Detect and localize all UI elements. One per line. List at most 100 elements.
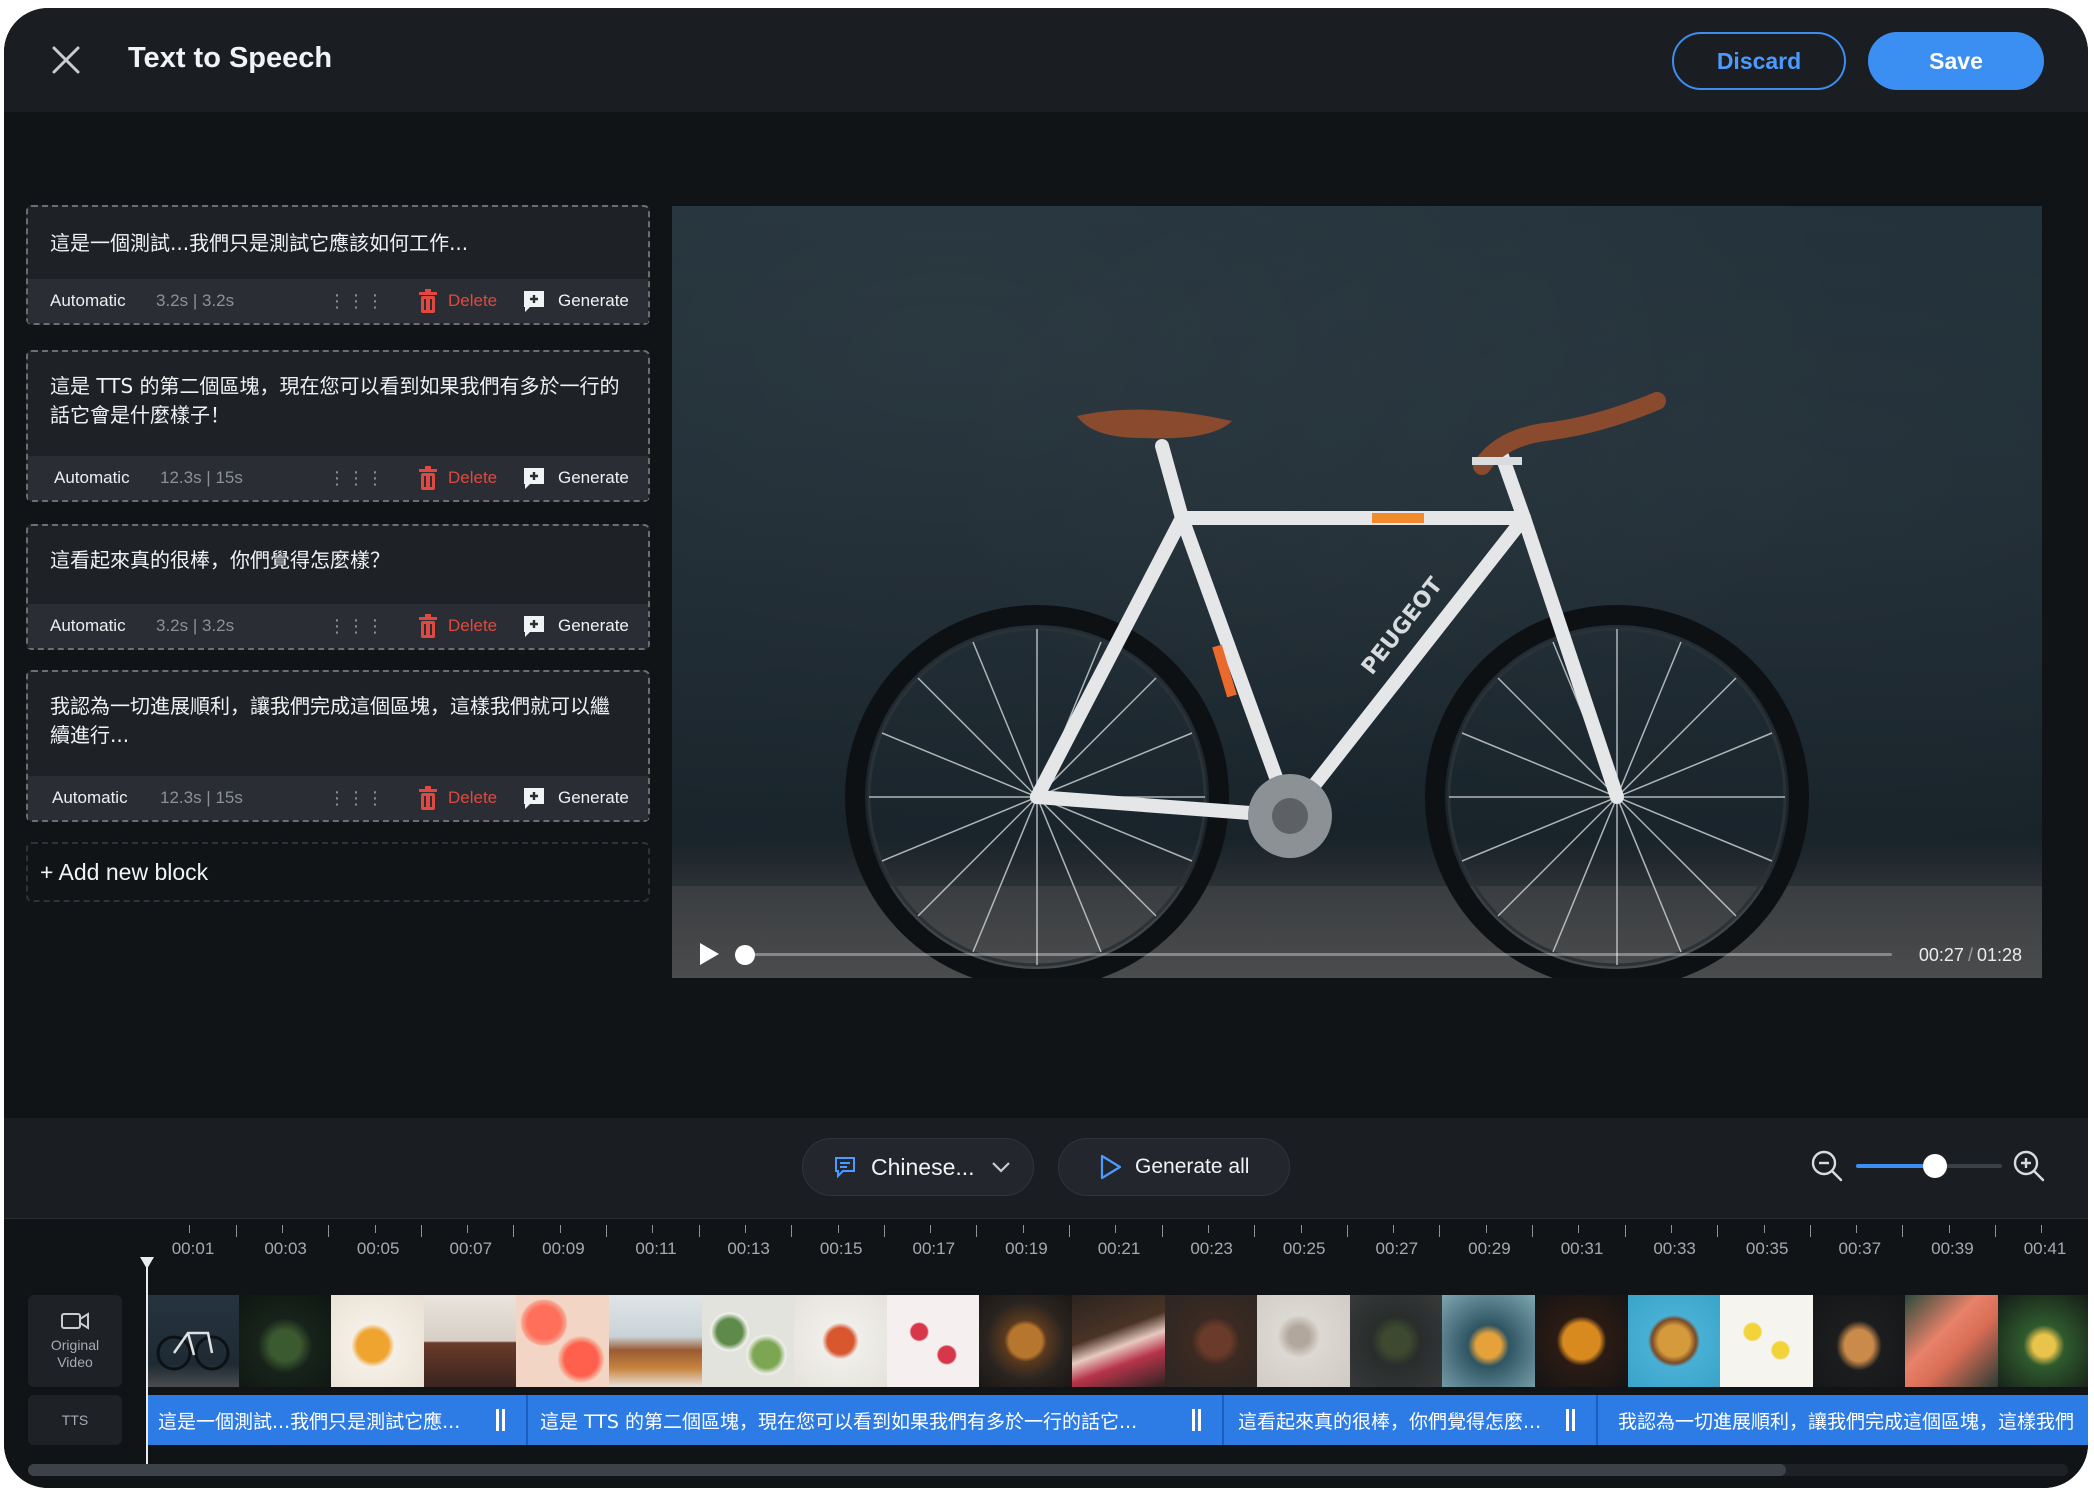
block-text-line: 這是 TTS 的第二個區塊，現在您可以看到如果我們有多於一行的 xyxy=(50,374,620,398)
timeline-scrollbar[interactable] xyxy=(28,1464,2068,1476)
video-thumbnail-strip[interactable] xyxy=(146,1295,2088,1387)
block-text[interactable]: 這是 TTS 的第二個區塊，現在您可以看到如果我們有多於一行的 話它會是什麼樣子… xyxy=(28,352,648,430)
ruler-tick xyxy=(467,1225,469,1233)
ruler-tick xyxy=(1578,1225,1580,1233)
segment-resize-handle[interactable] xyxy=(1192,1409,1201,1431)
ruler-tick-label: 00:39 xyxy=(1931,1239,1974,1258)
generate-button[interactable]: Generate xyxy=(522,614,629,638)
ruler-tick xyxy=(1856,1225,1858,1233)
tts-block[interactable]: 這是一個測試...我們只是測試它應該如何工作... Automatic 3.2s… xyxy=(26,205,650,325)
total-time: 01:28 xyxy=(1976,945,2022,965)
app-window: Text to Speech Discard Save 這是一個測試...我們只… xyxy=(4,8,2088,1488)
video-controls: 00:27/01:28 xyxy=(672,928,2042,978)
ruler-tick xyxy=(652,1225,654,1233)
drag-handle-icon[interactable]: ⋮⋮⋮ xyxy=(328,291,385,312)
ruler-tick-label: 00:27 xyxy=(1375,1239,1419,1258)
block-text-line: 這是一個測試...我們只是測試它應該如何工作... xyxy=(50,231,469,255)
ruler-tick-label: 00:19 xyxy=(1005,1239,1048,1258)
zoom-in-icon[interactable] xyxy=(2012,1149,2046,1183)
block-text[interactable]: 這看起來真的很棒，你們覺得怎麼樣？ xyxy=(28,526,648,575)
block-text[interactable]: 我認為一切進展順利，讓我們完成這個區塊，這樣我們就可以繼 續進行... xyxy=(28,672,648,750)
ruler-tick-label: 00:03 xyxy=(264,1239,307,1258)
generate-label: Generate xyxy=(558,788,629,807)
close-icon[interactable] xyxy=(48,42,84,78)
tts-segment[interactable]: 這是 TTS 的第二個區塊，現在您可以看到如果我們有多於一行的話它... xyxy=(528,1395,1224,1445)
drag-handle-icon[interactable]: ⋮⋮⋮ xyxy=(328,788,385,809)
generate-label: Generate xyxy=(558,291,629,310)
drag-handle-icon[interactable]: ⋮⋮⋮ xyxy=(328,468,385,489)
ruler-tick xyxy=(1717,1225,1719,1237)
zoom-out-icon[interactable] xyxy=(1810,1149,1844,1183)
block-text[interactable]: 這是一個測試...我們只是測試它應該如何工作... xyxy=(28,207,648,258)
segment-resize-handle[interactable] xyxy=(1566,1409,1575,1431)
mode-select[interactable]: Automatic xyxy=(54,468,130,488)
ruler-tick xyxy=(1115,1225,1117,1233)
duration-label: 3.2s | 3.2s xyxy=(156,616,235,635)
delete-button[interactable]: Delete xyxy=(418,289,497,313)
generate-all-button[interactable]: Generate all xyxy=(1058,1138,1290,1196)
add-new-block-button[interactable]: + Add new block xyxy=(26,842,650,902)
drag-handle-icon[interactable]: ⋮⋮⋮ xyxy=(328,616,385,637)
duration-label: 12.3s | 15s xyxy=(160,468,243,487)
ruler-tick xyxy=(281,1225,283,1233)
ruler-tick xyxy=(883,1225,885,1237)
video-thumbnail xyxy=(331,1295,424,1387)
discard-button[interactable]: Discard xyxy=(1672,32,1846,90)
tts-block[interactable]: 我認為一切進展順利，讓我們完成這個區塊，這樣我們就可以繼 續進行... Auto… xyxy=(26,670,650,822)
speech-bubble-plus-icon xyxy=(524,468,544,489)
ruler-tick xyxy=(1763,1225,1765,1233)
tts-segment[interactable]: 我認為一切進展順利，讓我們完成這個區塊，這樣我們 xyxy=(1598,1395,2088,1445)
ruler-tick-label: 00:41 xyxy=(2023,1239,2067,1258)
ruler-tick xyxy=(698,1225,700,1237)
tts-segment[interactable]: 這是一個測試...我們只是測試它應... xyxy=(146,1395,528,1445)
video-thumbnail xyxy=(238,1295,332,1387)
block-text-line: 續進行... xyxy=(50,723,130,747)
speech-bubble-plus-icon xyxy=(524,616,544,637)
ruler-tick xyxy=(1532,1225,1533,1237)
ruler-tick-label: 00:25 xyxy=(1282,1239,1326,1258)
timeline-scrollbar-thumb[interactable] xyxy=(28,1464,1786,1476)
timeline-toolbar: Chinese... Generate all xyxy=(4,1118,2088,1218)
ruler-tick xyxy=(1485,1225,1487,1233)
video-preview[interactable]: PEUGEOT 00:27/01:28 xyxy=(672,206,2042,978)
ruler-tick xyxy=(1670,1225,1672,1233)
ruler-tick xyxy=(606,1225,607,1237)
playhead[interactable] xyxy=(146,1259,148,1469)
ruler-tick-label: 00:13 xyxy=(727,1239,770,1258)
video-thumbnail xyxy=(979,1295,1072,1387)
play-icon[interactable] xyxy=(698,942,720,966)
ruler-tick xyxy=(1393,1225,1395,1233)
time-ruler[interactable]: 00:01 00:03 00:05 00:07 00:09 00:11 00:13 00:15… xyxy=(144,1219,2088,1263)
language-select[interactable]: Chinese... xyxy=(802,1138,1034,1196)
generate-button[interactable]: Generate xyxy=(522,786,629,810)
tts-block[interactable]: 這是 TTS 的第二個區塊，現在您可以看到如果我們有多於一行的 話它會是什麼樣子… xyxy=(26,350,650,502)
video-camera-icon xyxy=(61,1312,89,1330)
ruler-tick xyxy=(1624,1225,1626,1237)
zoom-slider[interactable] xyxy=(1856,1154,2002,1178)
video-seek-knob[interactable] xyxy=(735,945,755,965)
ruler-tick xyxy=(1207,1225,1209,1233)
generate-button[interactable]: Generate xyxy=(522,466,629,490)
tts-block[interactable]: 這看起來真的很棒，你們覺得怎麼樣？ Automatic 3.2s | 3.2s … xyxy=(26,524,650,650)
speech-bubble-plus-icon xyxy=(524,291,544,312)
delete-button[interactable]: Delete xyxy=(418,466,497,490)
video-thumbnail xyxy=(1997,1295,2088,1387)
segment-resize-handle[interactable] xyxy=(496,1409,505,1431)
video-thumbnail xyxy=(886,1295,980,1387)
mode-select[interactable]: Automatic xyxy=(52,788,128,808)
video-seek-bar[interactable] xyxy=(742,953,1892,956)
play-outline-icon xyxy=(1100,1154,1122,1180)
generate-button[interactable]: Generate xyxy=(522,289,629,313)
ruler-tick-label: 00:15 xyxy=(819,1239,863,1258)
save-button[interactable]: Save xyxy=(1868,32,2044,90)
ruler-tick-label: 00:21 xyxy=(1097,1239,1141,1258)
video-thumbnail xyxy=(1812,1295,1906,1387)
delete-button[interactable]: Delete xyxy=(418,614,497,638)
mode-select[interactable]: Automatic xyxy=(50,291,126,311)
delete-button[interactable]: Delete xyxy=(418,786,497,810)
block-toolbar: Automatic 3.2s | 3.2s ⋮⋮⋮ Delete Generat… xyxy=(28,279,648,323)
ruler-tick-label: 00:05 xyxy=(356,1239,400,1258)
zoom-slider-knob[interactable] xyxy=(1922,1154,1947,1178)
mode-select[interactable]: Automatic xyxy=(50,616,126,636)
tts-segment[interactable]: 這看起來真的很棒，你們覺得怎麼... xyxy=(1224,1395,1598,1445)
